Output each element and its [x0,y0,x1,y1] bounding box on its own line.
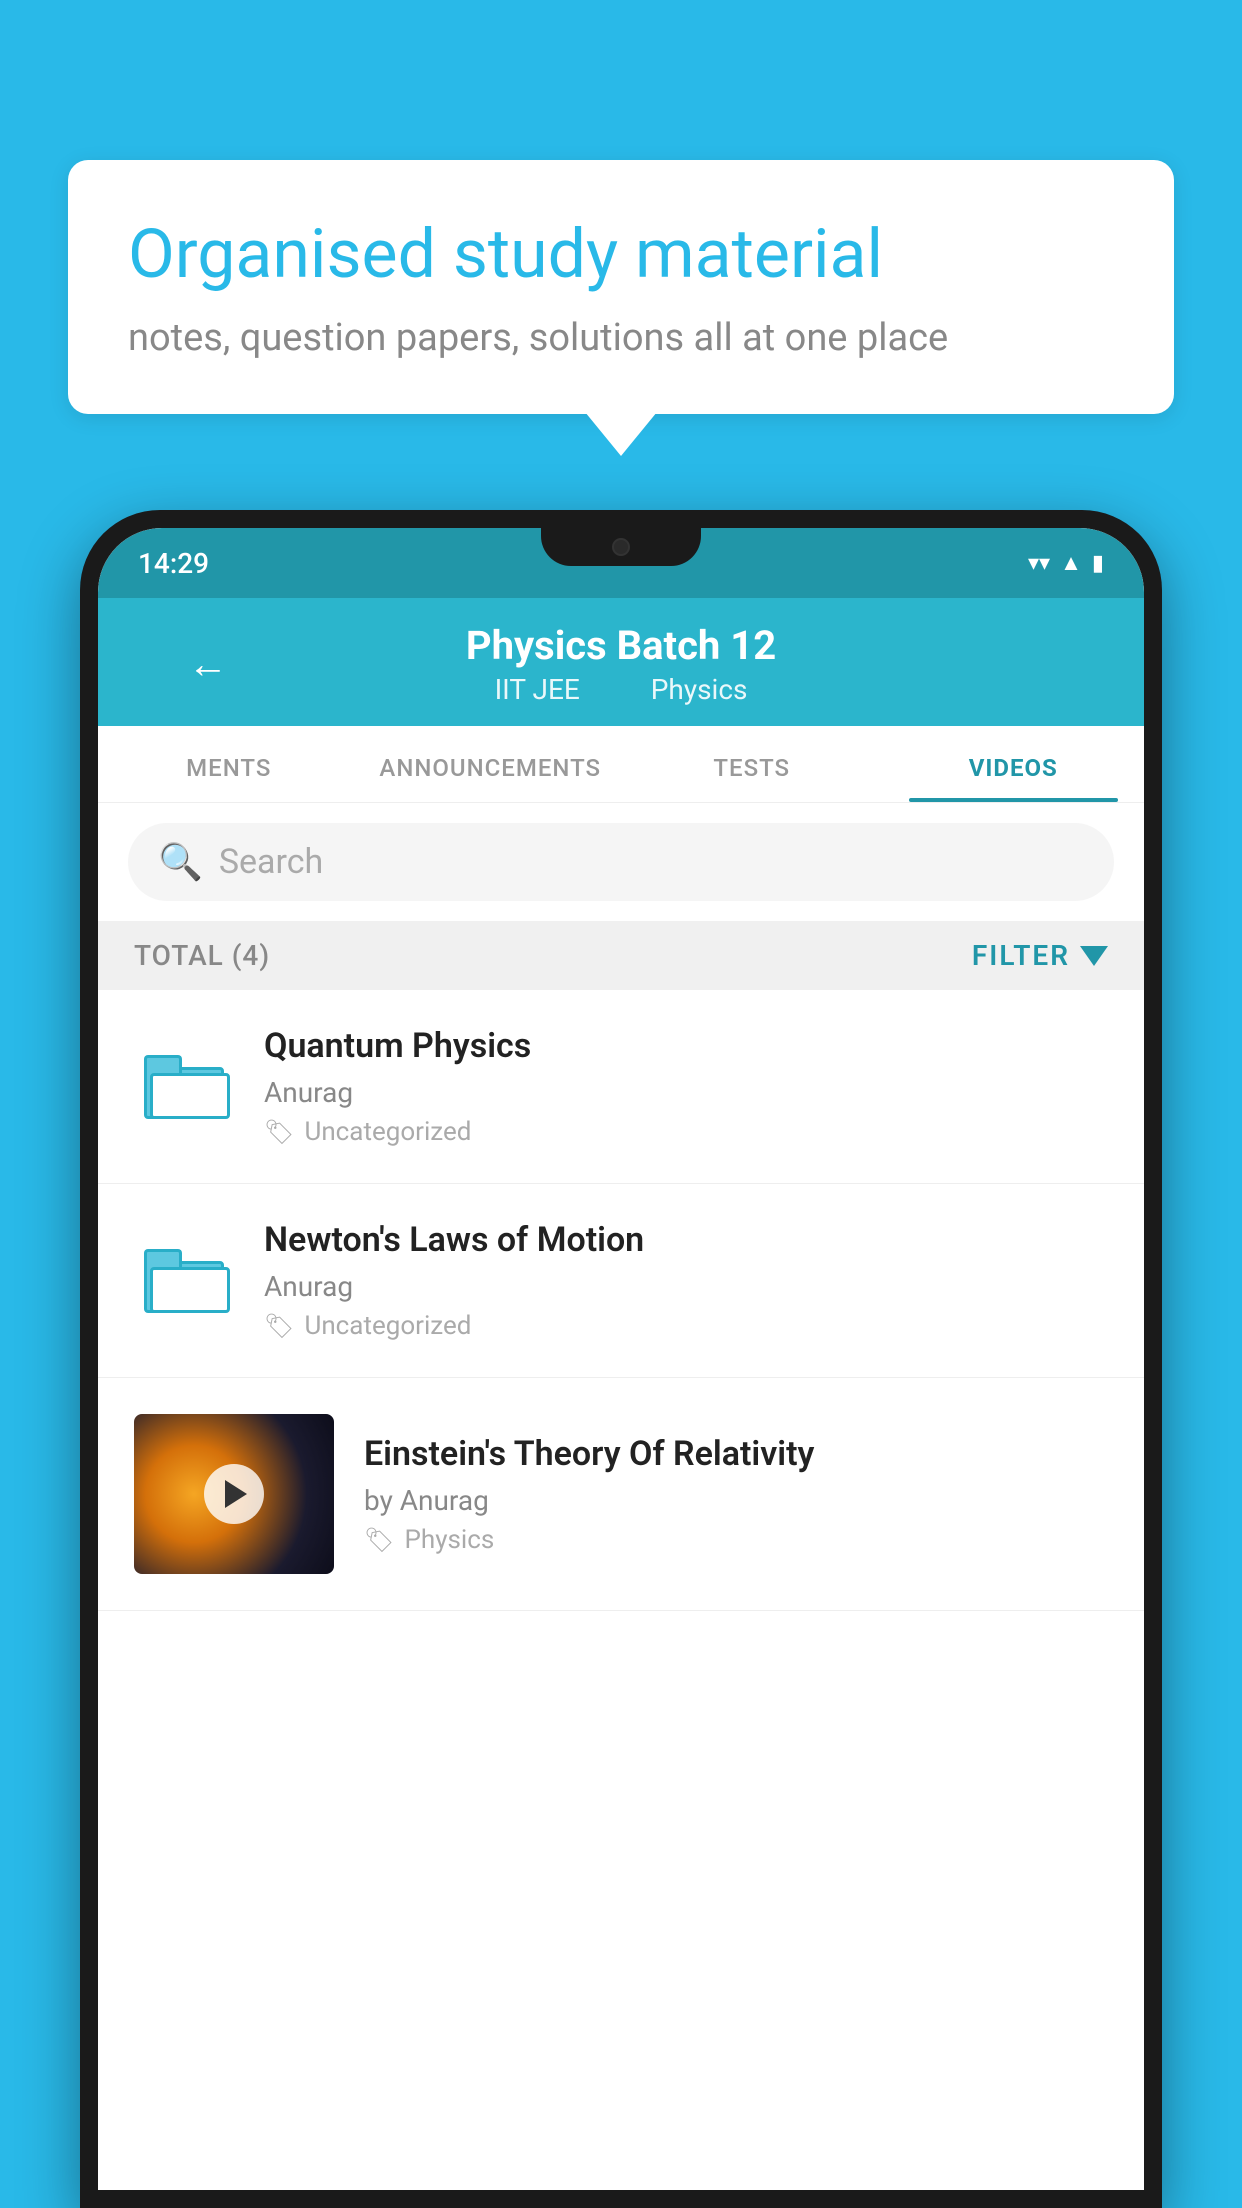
status-time: 14:29 [138,547,209,580]
video-tag: 🏷 Uncategorized [264,1311,1108,1341]
folder-icon-wrap [134,1055,234,1119]
list-item[interactable]: Quantum Physics Anurag 🏷 Uncategorized [98,990,1144,1184]
play-triangle-icon [225,1480,247,1508]
video-list: Quantum Physics Anurag 🏷 Uncategorized [98,990,1144,2190]
tag-icon: 🏷 [364,1526,394,1554]
app-header: ← Physics Batch 12 IIT JEE Physics [98,598,1144,726]
play-button[interactable] [204,1464,264,1524]
folder-tab [144,1055,182,1073]
header-title: Physics Batch 12 [466,622,776,669]
signal-icon: ▲ [1060,550,1082,576]
header-text: Physics Batch 12 IIT JEE Physics [466,622,776,706]
tag-label: Uncategorized [304,1311,471,1341]
video-tag: 🏷 Uncategorized [264,1117,1108,1147]
video-info: Newton's Laws of Motion Anurag 🏷 Uncateg… [264,1220,1108,1341]
status-icons: ▾▾ ▲ ▮ [1028,550,1104,576]
speech-bubble-section: Organised study material notes, question… [68,160,1174,414]
folder-icon [144,1055,224,1119]
back-button[interactable]: ← [188,641,228,688]
search-container: 🔍 Search [98,803,1144,921]
video-title: Quantum Physics [264,1026,1108,1066]
header-subtitle: IIT JEE Physics [466,673,776,706]
folder-icon [144,1249,224,1313]
bubble-title: Organised study material [128,214,1114,296]
tab-ments[interactable]: MENTS [98,726,360,802]
video-title: Newton's Laws of Motion [264,1220,1108,1260]
filter-button[interactable]: FILTER [972,939,1108,972]
video-tag: 🏷 Physics [364,1525,1108,1555]
tabs-bar: MENTS ANNOUNCEMENTS TESTS VIDEOS [98,726,1144,803]
search-icon: 🔍 [158,841,203,883]
tag-label: Physics [404,1525,494,1555]
camera-notch [612,538,630,556]
video-author: Anurag [264,1270,1108,1303]
video-thumbnail [134,1414,334,1574]
subtitle-iitjee: IIT JEE [495,673,580,706]
video-title: Einstein's Theory Of Relativity [364,1434,1108,1474]
list-item[interactable]: Newton's Laws of Motion Anurag 🏷 Uncateg… [98,1184,1144,1378]
header-row: ← Physics Batch 12 IIT JEE Physics [138,622,1104,706]
search-placeholder: Search [219,842,323,882]
tag-label: Uncategorized [304,1117,471,1147]
battery-icon: ▮ [1092,551,1104,576]
folder-tab [144,1249,182,1267]
tab-tests[interactable]: TESTS [621,726,883,802]
phone-frame: 14:29 ▾▾ ▲ ▮ ← Physics Batch 12 IIT JEE [80,510,1162,2208]
filter-label: FILTER [972,939,1070,972]
speech-bubble-card: Organised study material notes, question… [68,160,1174,414]
subtitle-physics: Physics [651,673,748,706]
tab-videos[interactable]: VIDEOS [883,726,1145,802]
list-item[interactable]: Einstein's Theory Of Relativity by Anura… [98,1378,1144,1611]
filter-bar: TOTAL (4) FILTER [98,921,1144,990]
phone-screen: 14:29 ▾▾ ▲ ▮ ← Physics Batch 12 IIT JEE [98,528,1144,2190]
folder-front [150,1073,230,1119]
folder-icon-wrap [134,1249,234,1313]
status-bar: 14:29 ▾▾ ▲ ▮ [98,528,1144,598]
notch [541,528,701,566]
tag-icon: 🏷 [264,1312,294,1340]
tag-icon: 🏷 [264,1118,294,1146]
video-author: Anurag [264,1076,1108,1109]
video-info: Quantum Physics Anurag 🏷 Uncategorized [264,1026,1108,1147]
bubble-subtitle: notes, question papers, solutions all at… [128,316,1114,360]
video-author: by Anurag [364,1484,1108,1517]
search-box[interactable]: 🔍 Search [128,823,1114,901]
total-label: TOTAL (4) [134,939,270,972]
folder-front [150,1267,230,1313]
wifi-icon: ▾▾ [1028,551,1050,576]
filter-triangle-icon [1080,946,1108,966]
video-info: Einstein's Theory Of Relativity by Anura… [364,1434,1108,1555]
tab-announcements[interactable]: ANNOUNCEMENTS [360,726,622,802]
